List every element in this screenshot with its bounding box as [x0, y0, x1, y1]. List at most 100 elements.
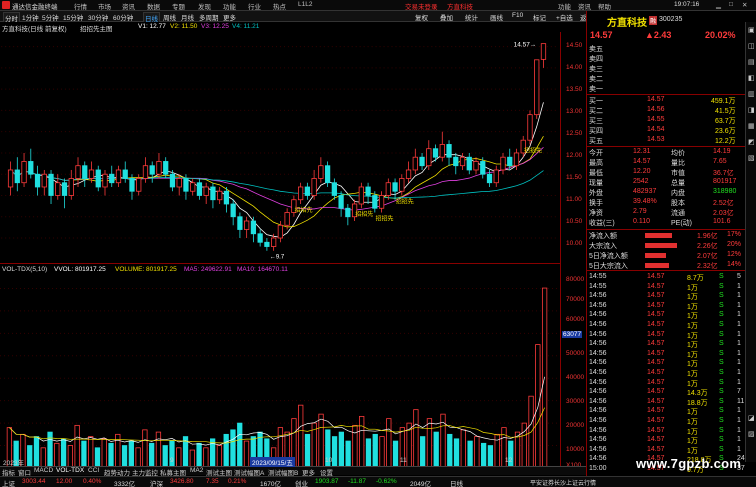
- candle: [392, 178, 398, 200]
- tick-count: 1: [737, 436, 741, 444]
- tick-price: 14.57: [647, 407, 665, 415]
- title-menu-news[interactable]: 资讯: [578, 1, 591, 11]
- side-tool-icon[interactable]: ◧: [748, 74, 755, 82]
- stat-row: 净资 2.79 流通 2.03亿: [587, 208, 745, 217]
- period-tab-8[interactable]: 月线: [181, 12, 194, 22]
- tick-time: 14:56: [589, 455, 607, 463]
- tick-row: 14:56 14.57 1万 S 1: [587, 350, 745, 359]
- bid-row[interactable]: 买三 14.55 63.7万: [587, 116, 745, 125]
- menu-item-8[interactable]: 热点: [273, 1, 286, 11]
- ask-row: 卖一: [587, 84, 745, 93]
- chart-header: 方直科技(日线 前复权) 招招先主图 V1: 12.77 V2: 11.50 V…: [0, 22, 560, 33]
- bottom-tab[interactable]: 日线: [450, 478, 463, 487]
- side-tool-icon[interactable]: ▦: [748, 122, 755, 130]
- bid-label: 买一: [589, 98, 603, 105]
- side-tool-icon[interactable]: ▥: [748, 90, 755, 98]
- index-name[interactable]: 上证: [2, 478, 15, 487]
- volume-chart[interactable]: [0, 274, 560, 474]
- candle: [82, 161, 88, 187]
- stat-value: 36.7亿: [713, 170, 734, 177]
- period-tab-4[interactable]: 30分钟: [88, 12, 108, 22]
- period-tab-10[interactable]: 更多: [223, 12, 236, 22]
- tool-draw[interactable]: 画线: [490, 12, 503, 22]
- index-pct: 0.40%: [83, 478, 102, 485]
- vol-volume: VOLUME: 801917.25: [115, 266, 177, 273]
- period-tab-9[interactable]: 多周期: [199, 12, 219, 22]
- period-tab-1[interactable]: 1分钟: [22, 12, 39, 22]
- bid-label: 买二: [589, 108, 603, 115]
- period-tab-2[interactable]: 5分钟: [42, 12, 59, 22]
- tick-direction: S: [719, 311, 724, 319]
- side-tool-icon[interactable]: ◫: [748, 42, 755, 50]
- price-row: 14.57 ▲2.43 20.02%: [587, 30, 745, 41]
- bid-price: 14.53: [647, 136, 665, 143]
- menu-item-6[interactable]: 功能: [223, 1, 236, 11]
- tool-add-watchlist[interactable]: +自选: [556, 12, 573, 22]
- menu-item-0[interactable]: 行情: [74, 1, 87, 11]
- tool-overlay[interactable]: 叠加: [440, 12, 453, 22]
- minimize-icon[interactable]: ▁: [716, 1, 721, 9]
- candle: [318, 157, 324, 183]
- title-menu-help[interactable]: 帮助: [598, 1, 611, 11]
- subtab-4[interactable]: CCI: [88, 467, 99, 474]
- subtab-3[interactable]: VOL-TDX: [56, 467, 84, 474]
- close-icon[interactable]: ✕: [742, 1, 747, 9]
- bid-row[interactable]: 买五 14.53 12.2万: [587, 136, 745, 145]
- side-tool-icon[interactable]: ▤: [748, 58, 755, 66]
- side-tool-icon[interactable]: ◨: [748, 106, 755, 114]
- ask-label: 卖四: [589, 56, 603, 63]
- low-label: ←9.7: [270, 255, 285, 261]
- ma-v2: V2: 11.50: [170, 23, 198, 30]
- menu-item-4[interactable]: 专题: [172, 1, 185, 11]
- candlestick-chart[interactable]: 14.57→←9.7招招先招招先招招先招招先招招先: [0, 32, 560, 264]
- volume-tick: 60000: [566, 316, 585, 323]
- side-tool-icon[interactable]: ◪: [748, 414, 755, 422]
- candle: [439, 131, 445, 162]
- menu-item-2[interactable]: 资讯: [122, 1, 135, 11]
- tick-price: 14.57: [647, 445, 665, 453]
- candle: [527, 110, 533, 145]
- tick-count: 1: [737, 330, 741, 338]
- tick-direction: S: [719, 292, 724, 300]
- tick-direction: S: [719, 359, 724, 367]
- stat-row: 最低 12.20 市值 36.7亿: [587, 168, 745, 177]
- candle: [88, 161, 95, 183]
- trade-login-link[interactable]: 交易未登录: [405, 1, 438, 11]
- tick-time: 14:56: [589, 340, 607, 348]
- subtab-8[interactable]: MA2: [190, 467, 203, 474]
- maximize-icon[interactable]: □: [729, 1, 733, 8]
- period-tab-5[interactable]: 60分钟: [113, 12, 133, 22]
- bid-row[interactable]: 买四 14.54 23.6万: [587, 126, 745, 135]
- period-tab-3[interactable]: 15分钟: [63, 12, 83, 22]
- menu-item-7[interactable]: 行业: [248, 1, 261, 11]
- tool-stats[interactable]: 统计: [465, 12, 478, 22]
- price-tick: 13.00: [566, 108, 583, 115]
- side-tool-icon[interactable]: ▣: [748, 26, 755, 34]
- side-tool-icon[interactable]: ◩: [748, 138, 755, 146]
- tool-f10[interactable]: F10: [512, 12, 523, 19]
- menu-item-9[interactable]: L1L2: [298, 1, 312, 8]
- side-tool-icon[interactable]: ▨: [748, 430, 755, 438]
- tick-volume: 1万: [687, 447, 698, 455]
- menu-item-5[interactable]: 发现: [198, 1, 211, 11]
- menu-item-3[interactable]: 数据: [147, 1, 160, 11]
- subtab-2[interactable]: MACD: [34, 467, 53, 474]
- tool-mark[interactable]: 标记: [533, 12, 546, 22]
- index-name[interactable]: 沪深: [150, 478, 163, 487]
- index-name[interactable]: 创业: [295, 478, 308, 487]
- period-tab-7[interactable]: 周线: [163, 12, 176, 22]
- stat-row: 换手 39.48% 股本 2.52亿: [587, 198, 745, 207]
- time-label: 2023年: [3, 460, 24, 467]
- divider: [587, 94, 745, 95]
- title-menu-func[interactable]: 功能: [558, 1, 571, 11]
- tool-fuquan[interactable]: 复权: [415, 12, 428, 22]
- side-tool-icon[interactable]: ▧: [748, 154, 755, 162]
- vol-indicator-name[interactable]: VOL-TDX(5,10): [2, 266, 47, 273]
- tick-volume: 8.7万: [687, 275, 704, 282]
- tick-count: 1: [737, 301, 741, 309]
- menu-item-1[interactable]: 市场: [98, 1, 111, 11]
- bid-row[interactable]: 买一 14.57 459.1万: [587, 96, 745, 105]
- tick-count: 1: [737, 445, 741, 453]
- tick-price: 14.57: [647, 426, 665, 434]
- bid-row[interactable]: 买二 14.56 41.5万: [587, 106, 745, 115]
